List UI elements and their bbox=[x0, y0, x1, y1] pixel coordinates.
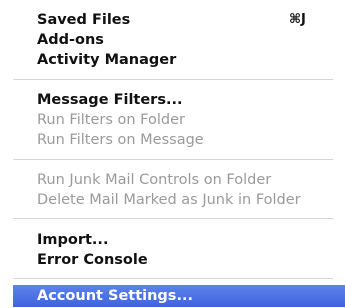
menu-item-run-junk-mail-controls: Run Junk Mail Controls on Folder bbox=[37, 172, 272, 188]
menu-item-delete-junk-mail: Delete Mail Marked as Junk in Folder bbox=[37, 192, 301, 208]
shortcut-saved-files: ⌘J bbox=[289, 12, 306, 27]
tools-menu: Saved Files ⌘J Add-ons Activity Manager … bbox=[0, 0, 345, 308]
menu-separator bbox=[13, 159, 333, 160]
menu-separator bbox=[13, 218, 333, 219]
menu-separator bbox=[13, 79, 333, 80]
menu-item-account-settings-label: Account Settings... bbox=[37, 288, 193, 304]
menu-item-add-ons[interactable]: Add-ons bbox=[37, 30, 104, 50]
menu-separator bbox=[13, 278, 333, 279]
menu-item-activity-manager[interactable]: Activity Manager bbox=[37, 50, 176, 70]
menu-item-run-filters-on-message: Run Filters on Message bbox=[37, 132, 204, 148]
menu-item-message-filters[interactable]: Message Filters... bbox=[37, 90, 183, 110]
menu-item-saved-files[interactable]: Saved Files bbox=[37, 10, 130, 30]
menu-item-run-filters-on-folder: Run Filters on Folder bbox=[37, 112, 185, 128]
menu-item-error-console[interactable]: Error Console bbox=[37, 250, 148, 270]
menu-item-import[interactable]: Import... bbox=[37, 230, 108, 250]
menu-item-account-settings[interactable]: Account Settings... bbox=[13, 285, 345, 307]
